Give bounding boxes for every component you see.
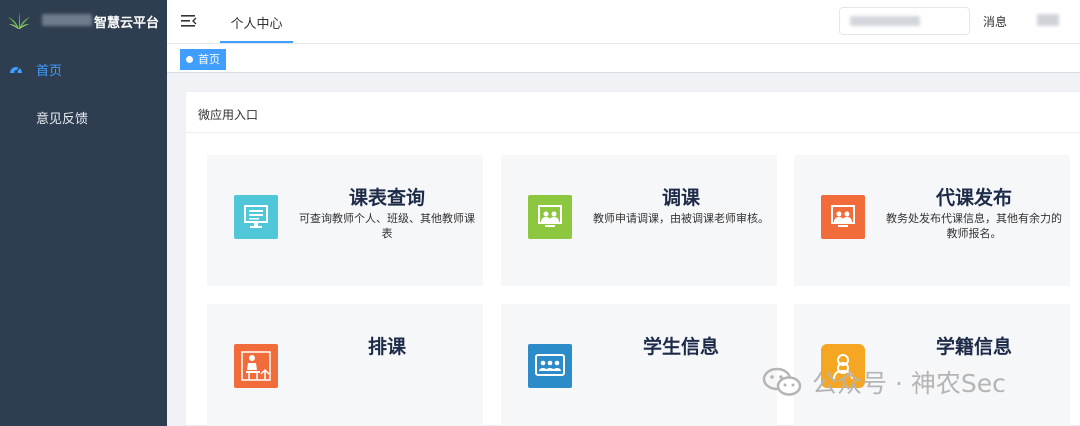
scheduling-icon [234,344,278,388]
app-logo[interactable]: 智慧云平台 [0,0,167,44]
tile-class-swap[interactable]: 调课 教师申请调课，由被调课老师审核。 [501,155,777,286]
tag-label: 首页 [198,53,220,66]
tile-description: 教师申请调课，由被调课老师审核。 [593,212,769,225]
sidebar: 智慧云平台 首页 意见反馈 [0,0,167,426]
search-input[interactable] [839,7,970,35]
timetable-icon [234,195,278,239]
substitute-icon [821,195,865,239]
top-header: 个人中心 消息 [167,0,1080,44]
sidebar-item-label: 意见反馈 [36,111,89,127]
section-title: 微应用入口 [198,108,259,122]
logo-name-redacted [42,14,92,26]
watermark-text: 公众号 · 神农Sec [812,369,1006,398]
students-icon [528,344,572,388]
tags-view: 首页 [167,44,1080,73]
tile-student-info[interactable]: 学生信息 [501,304,777,426]
sidebar-item-home[interactable]: 首页 [0,46,167,92]
dashboard-icon [10,67,22,74]
sidebar-item-label: 首页 [36,63,63,79]
search-redacted [850,16,920,26]
tile-description: 教务处发布代课信息，其他有余力的教师报名。 [886,212,1062,240]
messages-link[interactable]: 消息 [983,13,1007,30]
tile-scheduling[interactable]: 排课 [207,304,483,426]
tile-title: 学生信息 [642,336,719,358]
watermark: 公众号 · 神农Sec [762,364,1006,400]
class-swap-icon [528,195,572,239]
tile-title: 排课 [367,336,406,358]
user-name-redacted[interactable] [1037,14,1059,26]
active-dot-icon [186,56,193,63]
wechat-icon [762,367,802,396]
tile-title: 调课 [661,187,700,209]
tag-home[interactable]: 首页 [180,49,226,70]
tile-title: 课表查询 [348,187,425,209]
menu-toggle-icon[interactable] [181,13,197,29]
logo-text: 智慧云平台 [94,16,160,31]
sidebar-item-feedback[interactable]: 意见反馈 [0,94,167,140]
divider [186,132,1080,133]
tab-personal-center[interactable]: 个人中心 [220,0,293,44]
tile-title: 代课发布 [935,187,1012,209]
tile-timetable[interactable]: 课表查询 可查询教师个人、班级、其他教师课表 [207,155,483,286]
leaf-logo-icon [8,12,30,29]
tile-substitute[interactable]: 代课发布 教务处发布代课信息，其他有余力的教师报名。 [794,155,1070,286]
tile-title: 学籍信息 [935,336,1012,358]
tile-description: 可查询教师个人、班级、其他教师课表 [299,212,475,240]
